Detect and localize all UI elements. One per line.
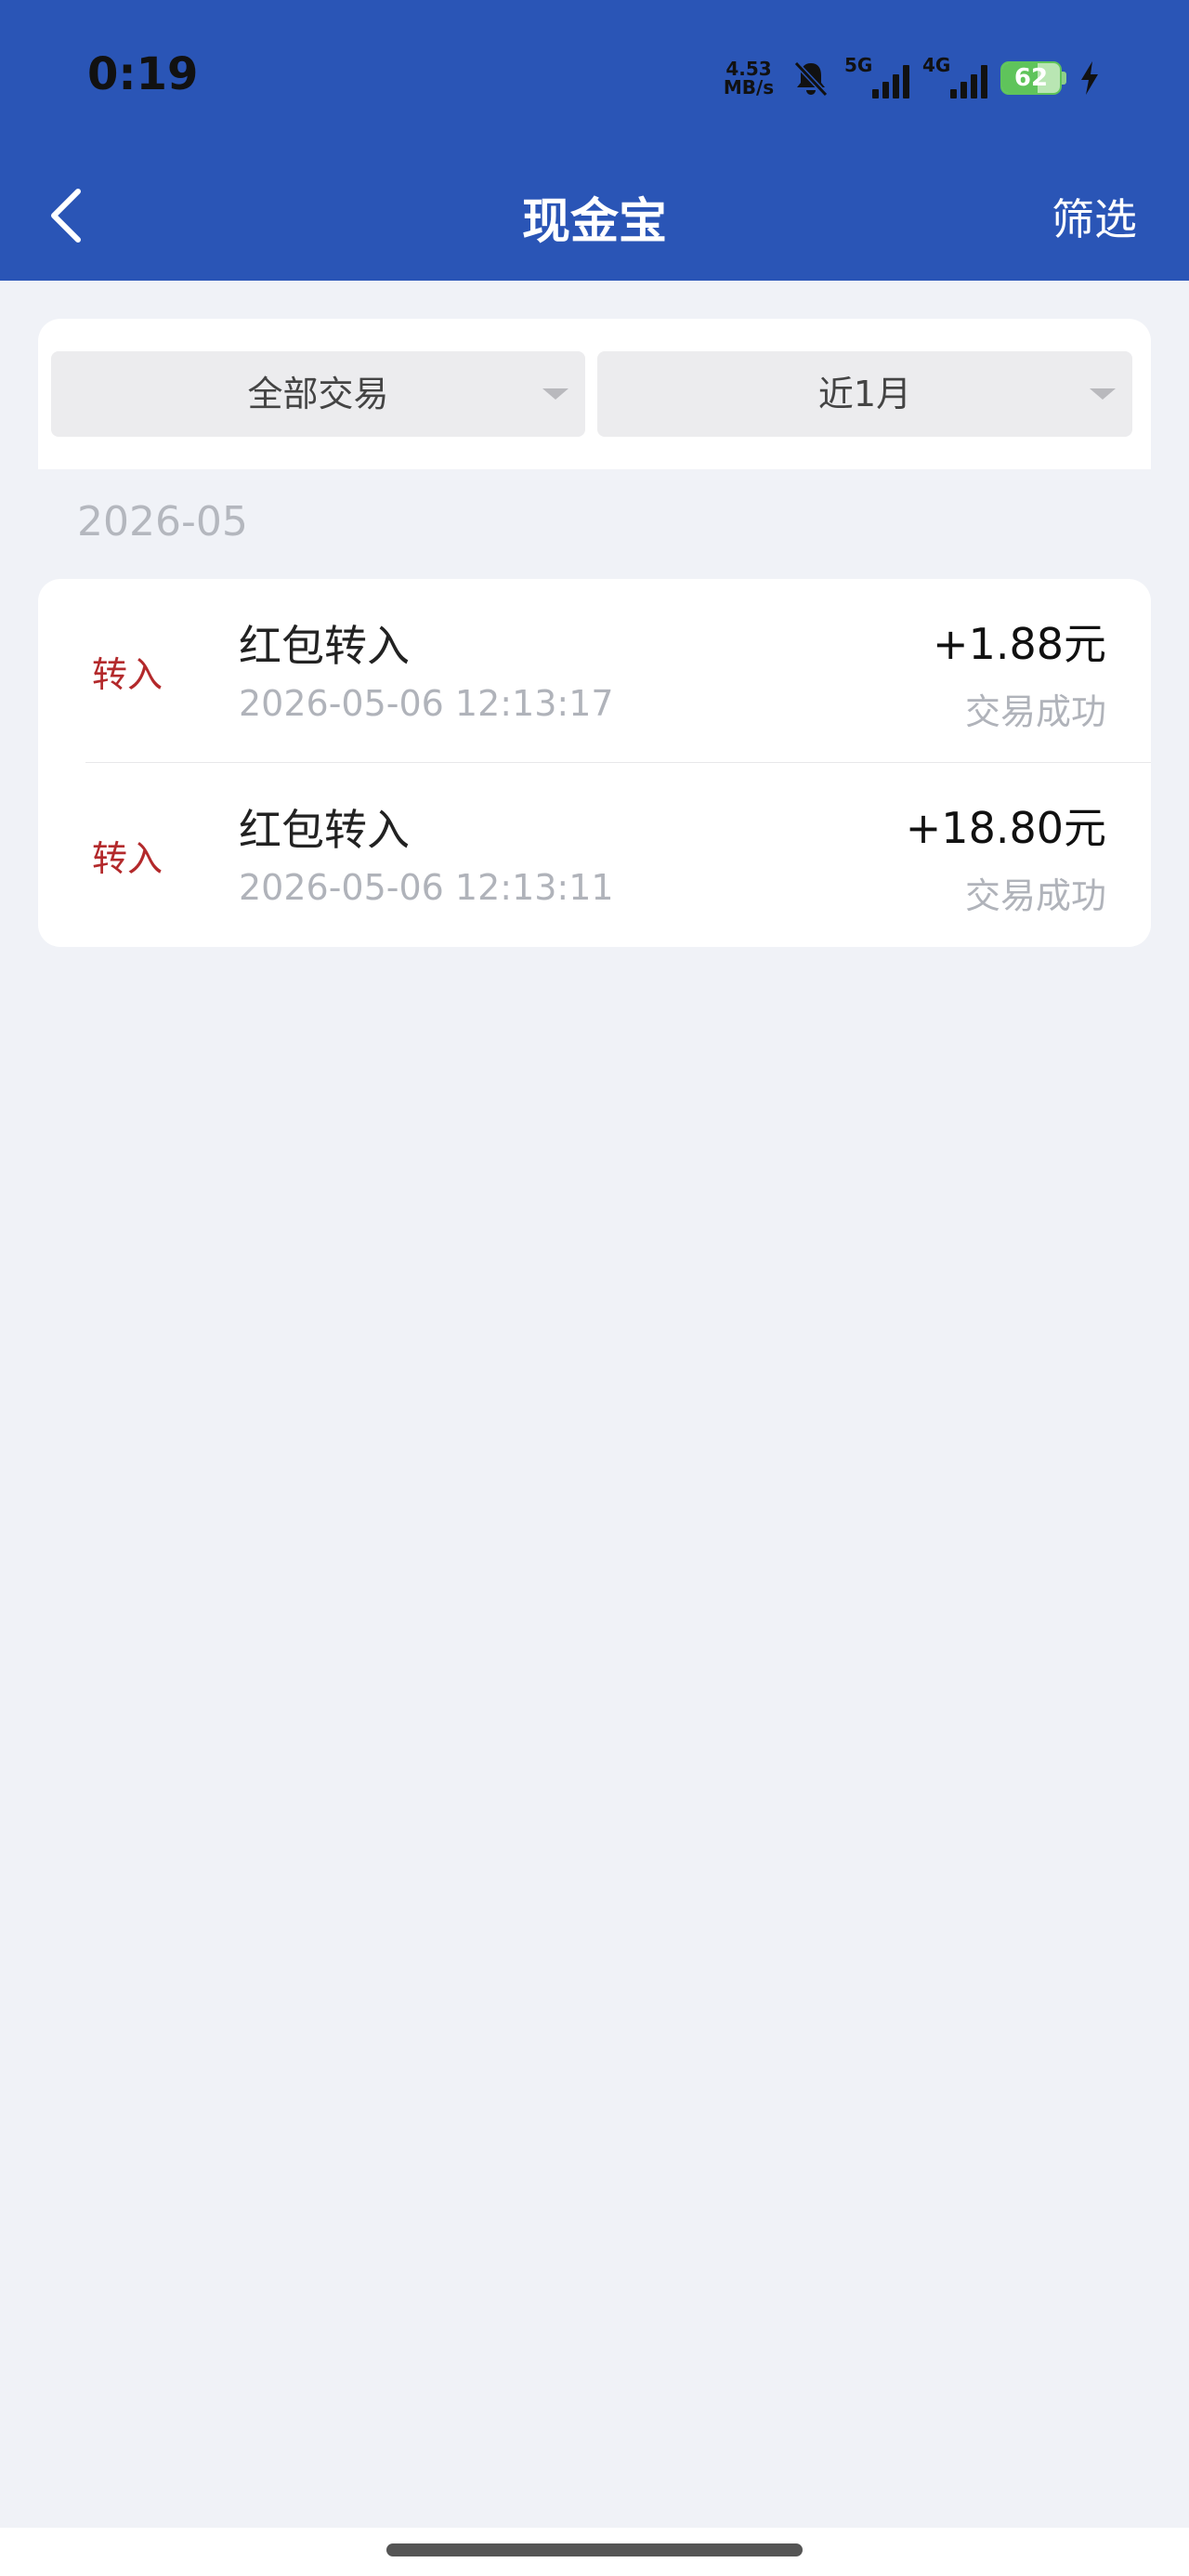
transaction-status: 交易成功 [964,691,1106,732]
caret-down-icon [1090,388,1116,400]
transaction-title: 红包转入 [239,621,410,671]
transaction-amount: +1.88元 [933,619,1106,669]
transaction-status: 交易成功 [964,875,1106,916]
signal-5g-icon: 5G [844,54,909,99]
transaction-type-label: 全部交易 [247,374,389,414]
filter-button[interactable]: 筛选 [1052,186,1137,247]
signal-4g-icon: 4G [922,54,987,99]
transaction-row[interactable]: 转入 红包转入 2026-05-06 12:13:17 +1.88元 交易成功 [38,579,1151,763]
status-icons: 4.53 MB/s 5G 4G 62 [720,52,1100,104]
transaction-row[interactable]: 转入 红包转入 2026-05-06 12:13:11 +18.80元 交易成功 [38,763,1151,947]
battery-icon: 62 [1000,61,1066,95]
charging-icon [1081,61,1098,95]
page-title: 现金宝 [521,194,667,250]
bell-off-icon [793,60,829,98]
battery-level: 62 [1013,64,1049,92]
network-speed-unit: MB/s [723,76,775,99]
network-speed: 4.53 MB/s [720,59,777,97]
caret-down-icon [542,388,568,400]
signal-4g-label: 4G [922,54,951,76]
home-indicator[interactable] [386,2543,803,2556]
period-dropdown[interactable]: 近1月 [597,351,1132,437]
nav-bar: 现金宝 筛选 [0,158,1189,281]
transaction-type: 转入 [92,838,163,879]
transaction-title: 红包转入 [239,805,410,855]
month-header: 2026-05 [77,498,248,545]
filter-card: 全部交易 近1月 [38,319,1151,469]
signal-5g-label: 5G [844,54,873,76]
transaction-type-dropdown[interactable]: 全部交易 [51,351,585,437]
transaction-datetime: 2026-05-06 12:13:17 [239,683,614,724]
status-bar: 0:19 4.53 MB/s 5G 4G 62 [0,0,1189,158]
transaction-type: 转入 [92,654,163,695]
transaction-amount: +18.80元 [905,803,1106,853]
transaction-datetime: 2026-05-06 12:13:11 [239,867,614,908]
transaction-list: 转入 红包转入 2026-05-06 12:13:17 +1.88元 交易成功 … [38,579,1151,947]
period-label: 近1月 [817,374,912,414]
header: 0:19 4.53 MB/s 5G 4G 62 现金宝 筛选 [0,0,1189,281]
network-speed-value: 4.53 [725,58,772,80]
status-time: 0:19 [87,48,199,100]
